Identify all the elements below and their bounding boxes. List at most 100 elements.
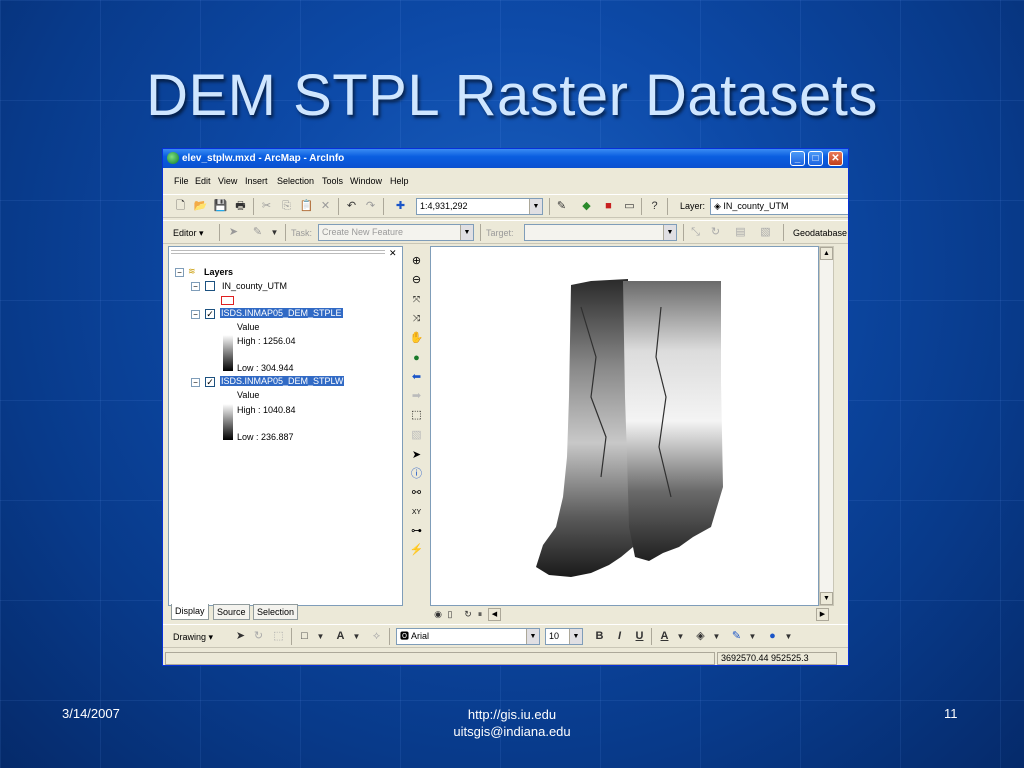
toc-layer-dem-stplw[interactable]: ISDS.INMAP05_DEM_STPLW: [220, 376, 345, 386]
find-binoculars-icon[interactable]: ⚯: [409, 486, 424, 501]
new-document-icon[interactable]: 🗋: [173, 199, 188, 214]
font-size-select[interactable]: 10 ▼: [545, 628, 583, 645]
scroll-up-icon[interactable]: ▲: [820, 247, 833, 260]
chevron-down-icon[interactable]: ▼: [673, 629, 688, 644]
undo-icon[interactable]: ↶: [344, 199, 359, 214]
rotate-icon[interactable]: ↻: [251, 629, 266, 644]
chevron-down-icon[interactable]: ▼: [349, 629, 364, 644]
geodatabase-menu[interactable]: Geodatabase: [793, 228, 847, 238]
bold-button[interactable]: B: [592, 629, 607, 644]
zoom-whole-page-icon[interactable]: ⬚: [271, 629, 286, 644]
font-color-icon[interactable]: A: [657, 629, 672, 644]
data-view-icon[interactable]: ◉: [432, 607, 444, 622]
chevron-down-icon[interactable]: ▼: [745, 629, 760, 644]
measure-icon[interactable]: ⊶: [409, 524, 424, 539]
collapse-layer-icon[interactable]: −: [191, 310, 200, 319]
chevron-down-icon[interactable]: ▼: [781, 629, 796, 644]
underline-button[interactable]: U: [632, 629, 647, 644]
new-text-icon[interactable]: A: [333, 629, 348, 644]
open-folder-icon[interactable]: 📂: [193, 199, 208, 214]
editor-menu-button[interactable]: Editor ▾: [173, 228, 204, 239]
menu-window[interactable]: Window: [350, 176, 382, 186]
menu-help[interactable]: Help: [390, 176, 409, 186]
paste-icon[interactable]: 📋: [299, 199, 314, 214]
layer-visibility-checkbox[interactable]: ✓: [205, 377, 215, 387]
collapse-layer-icon[interactable]: −: [191, 378, 200, 387]
chevron-down-icon[interactable]: ▼: [569, 629, 582, 644]
clear-selection-icon[interactable]: ▧: [409, 428, 424, 443]
full-extent-globe-icon[interactable]: ●: [409, 351, 424, 366]
edit-tool-icon[interactable]: ➤: [226, 225, 241, 240]
tab-display[interactable]: Display: [171, 604, 209, 620]
refresh-icon[interactable]: ↻: [462, 607, 474, 622]
collapse-layer-icon[interactable]: −: [191, 282, 200, 291]
sketch-tool-icon[interactable]: ✎: [250, 225, 265, 240]
redo-icon[interactable]: ↷: [363, 199, 378, 214]
menu-view[interactable]: View: [218, 176, 237, 186]
editor-toolbar-icon[interactable]: ✎: [554, 199, 569, 214]
chevron-down-icon[interactable]: ▼: [709, 629, 724, 644]
pan-hand-icon[interactable]: ✋: [409, 331, 424, 346]
map-horizontal-scrollbar[interactable]: ◉ ▯ ↻ ⏸ ◀ ▶: [430, 606, 835, 623]
layout-view-icon[interactable]: ▯: [444, 607, 456, 622]
print-icon[interactable]: 🖶: [233, 199, 248, 214]
tab-source[interactable]: Source: [213, 604, 250, 620]
forward-arrow-icon[interactable]: ➡: [409, 389, 424, 404]
chevron-down-icon[interactable]: ▼: [460, 225, 473, 240]
marker-color-icon[interactable]: ●: [765, 629, 780, 644]
scroll-left-icon[interactable]: ◀: [488, 608, 501, 621]
window-titlebar[interactable]: elev_stplw.mxd - ArcMap - ArcInfo _ □ ✕: [163, 149, 848, 168]
select-elements-icon[interactable]: ➤: [233, 629, 248, 644]
toc-layer-dem-stple[interactable]: ISDS.INMAP05_DEM_STPLE: [220, 308, 343, 318]
save-icon[interactable]: 💾: [213, 199, 228, 214]
zoom-out-icon[interactable]: ⊖: [409, 273, 424, 288]
target-select[interactable]: ▼: [524, 224, 677, 241]
back-arrow-icon[interactable]: ⬅: [409, 370, 424, 385]
maximize-button[interactable]: □: [808, 151, 823, 166]
arctoolbox-icon[interactable]: ◆: [579, 199, 594, 214]
pause-drawing-icon[interactable]: ⏸: [474, 607, 486, 622]
scroll-down-icon[interactable]: ▼: [820, 592, 833, 605]
line-color-icon[interactable]: ✎: [729, 629, 744, 644]
tab-selection[interactable]: Selection: [253, 604, 299, 620]
chevron-down-icon[interactable]: ▼: [267, 225, 282, 240]
map-vertical-scrollbar[interactable]: ▲ ▼: [819, 246, 834, 606]
select-features-icon[interactable]: ⬚: [409, 408, 424, 423]
identify-icon[interactable]: ⓘ: [409, 467, 424, 482]
close-button[interactable]: ✕: [828, 151, 843, 166]
whats-this-help-icon[interactable]: ?: [647, 199, 662, 214]
layer-visibility-checkbox[interactable]: ✓: [205, 309, 215, 319]
toc-close-icon[interactable]: ✕: [389, 248, 397, 259]
toc-root-layers[interactable]: Layers: [204, 267, 233, 277]
select-elements-icon[interactable]: ➤: [409, 448, 424, 463]
map-display[interactable]: [430, 246, 819, 606]
font-select[interactable]: 🅾 Arial ▼: [396, 628, 540, 645]
copy-icon[interactable]: ⎘: [279, 199, 294, 214]
menu-file[interactable]: File: [174, 176, 189, 186]
map-scale-combo[interactable]: 1:4,931,292 ▼: [416, 198, 543, 215]
hyperlink-icon[interactable]: ⚡: [409, 543, 424, 558]
fixed-zoom-in-icon[interactable]: ⤧: [409, 292, 424, 307]
footer-email[interactable]: uitsgis@indiana.edu: [412, 723, 612, 740]
add-data-icon[interactable]: ✚: [393, 199, 408, 214]
delete-icon[interactable]: ✕: [318, 199, 333, 214]
task-select[interactable]: Create New Feature ▼: [318, 224, 474, 241]
minimize-button[interactable]: _: [790, 151, 805, 166]
zoom-in-icon[interactable]: ⊕: [409, 254, 424, 269]
attributes-icon[interactable]: ▤: [733, 225, 748, 240]
footer-url[interactable]: http://gis.iu.edu: [412, 706, 612, 723]
chevron-down-icon[interactable]: ▼: [313, 629, 328, 644]
menu-tools[interactable]: Tools: [322, 176, 343, 186]
split-tool-icon[interactable]: ⤡: [688, 225, 703, 240]
menu-selection[interactable]: Selection: [277, 176, 314, 186]
fill-color-icon[interactable]: ◈: [693, 629, 708, 644]
edit-vertices-icon[interactable]: ⟡: [369, 629, 384, 644]
sketch-properties-icon[interactable]: ▧: [758, 225, 773, 240]
rotate-tool-icon[interactable]: ↻: [708, 225, 723, 240]
polygon-symbol-swatch[interactable]: [221, 296, 234, 305]
menu-insert[interactable]: Insert: [245, 176, 268, 186]
scroll-right-icon[interactable]: ▶: [816, 608, 829, 621]
layer-select[interactable]: ◈ IN_county_UTM: [710, 198, 848, 215]
chevron-down-icon[interactable]: ▼: [529, 199, 542, 214]
menu-edit[interactable]: Edit: [195, 176, 211, 186]
